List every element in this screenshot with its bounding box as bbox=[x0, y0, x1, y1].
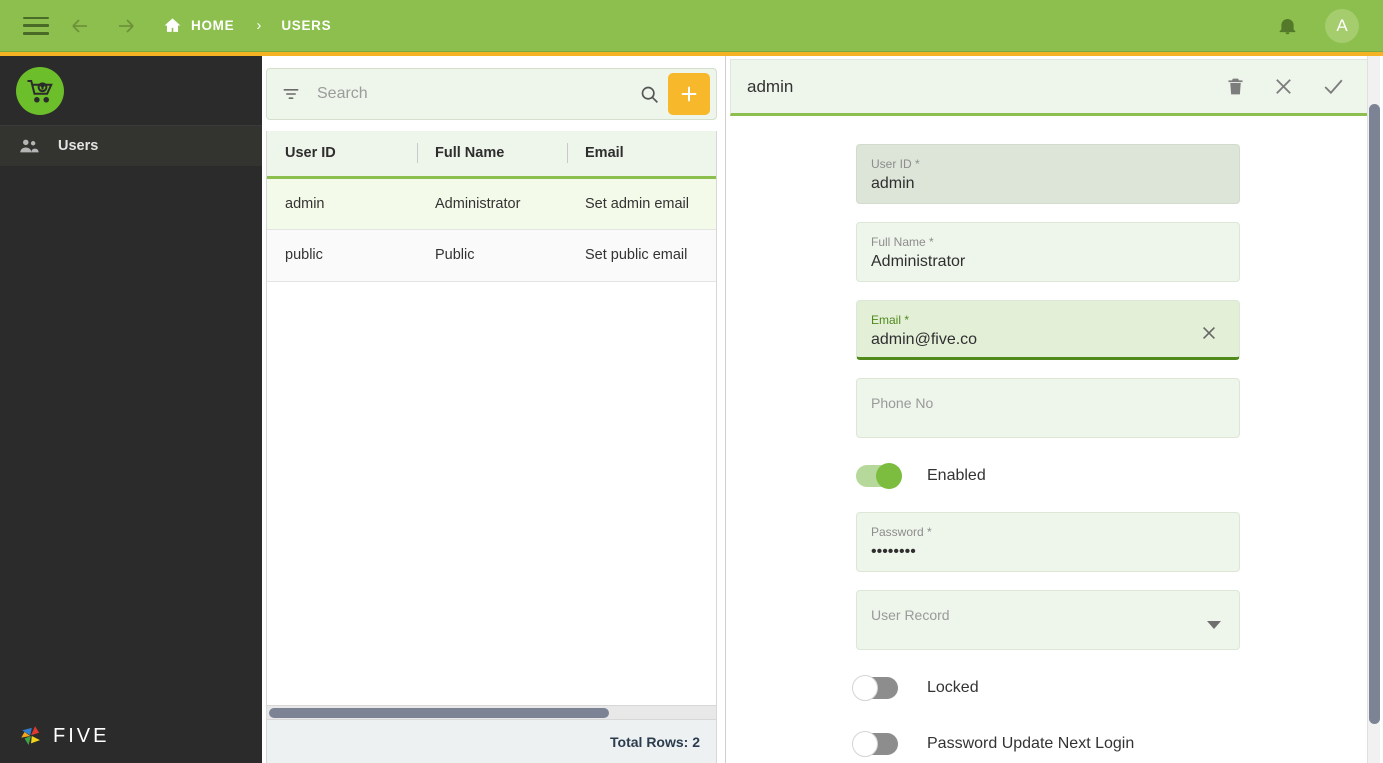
cell-full-name: Public bbox=[417, 229, 567, 282]
breadcrumb-current: USERS bbox=[281, 18, 332, 33]
clear-email-icon[interactable] bbox=[1199, 323, 1219, 348]
detail-form: User ID * admin Full Name * Administrato… bbox=[727, 116, 1383, 763]
table-row[interactable]: admin Administrator Set admin email bbox=[267, 177, 716, 230]
breadcrumb-separator: › bbox=[256, 17, 262, 34]
sidebar-item-users[interactable]: Users bbox=[0, 126, 262, 166]
chevron-down-icon[interactable] bbox=[1207, 621, 1221, 629]
detail-panel: admin User ID * admin Full Name * Admini… bbox=[727, 56, 1383, 763]
top-bar: HOME › USERS A bbox=[0, 0, 1383, 52]
avatar[interactable]: A bbox=[1325, 8, 1359, 43]
user-id-value: admin bbox=[871, 175, 915, 192]
email-value[interactable]: admin@five.co bbox=[857, 327, 1239, 357]
people-icon bbox=[18, 135, 40, 157]
search-bar bbox=[266, 68, 717, 120]
password-label: Password * bbox=[871, 525, 932, 539]
email-field[interactable]: Email * admin@five.co bbox=[856, 300, 1240, 360]
search-input[interactable] bbox=[301, 85, 639, 103]
column-header-user-id[interactable]: User ID bbox=[267, 131, 417, 179]
cell-user-id: public bbox=[267, 229, 417, 282]
total-rows-bar: Total Rows: 2 bbox=[266, 720, 717, 763]
trash-icon[interactable] bbox=[1225, 76, 1246, 97]
phone-no-field[interactable]: Phone No bbox=[856, 378, 1240, 438]
password-field[interactable]: Password * •••••••• bbox=[856, 512, 1240, 572]
password-value[interactable]: •••••••• bbox=[857, 539, 1239, 569]
arrow-right-icon[interactable] bbox=[111, 11, 141, 41]
arrow-left-icon[interactable] bbox=[65, 11, 95, 41]
table-header: User ID Full Name Email bbox=[267, 131, 716, 179]
enabled-toggle-row: Enabled bbox=[856, 456, 1383, 496]
locked-toggle[interactable] bbox=[852, 675, 898, 701]
search-icon[interactable] bbox=[639, 84, 660, 105]
password-update-toggle-label: Password Update Next Login bbox=[927, 735, 1135, 752]
enabled-toggle[interactable] bbox=[856, 463, 902, 489]
cell-full-name: Administrator bbox=[417, 177, 567, 230]
user-record-label: User Record bbox=[871, 607, 950, 623]
column-header-email[interactable]: Email bbox=[567, 131, 716, 179]
enabled-toggle-label: Enabled bbox=[927, 467, 986, 484]
table-horizontal-scrollbar[interactable] bbox=[267, 705, 716, 719]
user-id-label: User ID * bbox=[871, 157, 920, 171]
five-footer-logo: FIVE bbox=[18, 723, 109, 749]
sidebar-item-label: Users bbox=[58, 138, 99, 154]
password-update-toggle-row: Password Update Next Login bbox=[852, 724, 1383, 763]
detail-vertical-scrollbar[interactable] bbox=[1367, 56, 1380, 763]
add-record-button[interactable] bbox=[668, 73, 710, 115]
cell-user-id: admin bbox=[267, 177, 417, 230]
full-name-label: Full Name * bbox=[871, 235, 934, 249]
list-panel: User ID Full Name Email admin Administra… bbox=[262, 56, 726, 763]
sidebar-logo-area bbox=[0, 56, 262, 126]
user-id-field: User ID * admin bbox=[856, 144, 1240, 204]
password-update-toggle[interactable] bbox=[852, 731, 898, 757]
home-icon[interactable] bbox=[163, 16, 182, 35]
email-label: Email * bbox=[871, 313, 910, 327]
scrollbar-thumb[interactable] bbox=[269, 708, 609, 718]
notification-bell-icon[interactable] bbox=[1277, 15, 1298, 36]
five-pinwheel-icon bbox=[21, 726, 40, 745]
hamburger-icon[interactable] bbox=[23, 16, 49, 35]
topbar-right-group: A bbox=[1277, 8, 1359, 43]
scrollbar-thumb[interactable] bbox=[1369, 104, 1380, 724]
user-record-field[interactable]: User Record bbox=[856, 590, 1240, 650]
breadcrumb-home[interactable]: HOME bbox=[191, 18, 234, 33]
full-name-field[interactable]: Full Name * Administrator bbox=[856, 222, 1240, 282]
check-icon[interactable] bbox=[1321, 74, 1346, 99]
five-wordmark: FIVE bbox=[53, 724, 110, 747]
detail-title: admin bbox=[747, 76, 794, 96]
full-name-value[interactable]: Administrator bbox=[857, 249, 1239, 279]
user-table-wrapper: User ID Full Name Email admin Administra… bbox=[266, 131, 717, 720]
column-header-full-name[interactable]: Full Name bbox=[417, 131, 567, 179]
detail-actions bbox=[1225, 74, 1346, 99]
table-body: admin Administrator Set admin email publ… bbox=[267, 177, 716, 282]
table-row[interactable]: public Public Set public email bbox=[267, 229, 716, 282]
breadcrumb: HOME › USERS bbox=[163, 16, 331, 35]
cell-email: Set admin email bbox=[567, 177, 716, 230]
cell-email: Set public email bbox=[567, 229, 716, 282]
shopping-cart-logo[interactable] bbox=[16, 66, 64, 115]
total-rows-label: Total Rows: 2 bbox=[610, 733, 700, 750]
filter-icon[interactable] bbox=[281, 84, 301, 104]
locked-toggle-row: Locked bbox=[852, 668, 1383, 708]
locked-toggle-label: Locked bbox=[927, 679, 979, 696]
user-table: User ID Full Name Email admin Administra… bbox=[267, 131, 716, 282]
detail-header: admin bbox=[730, 59, 1369, 116]
close-icon[interactable] bbox=[1272, 75, 1295, 98]
app-root: HOME › USERS A Users FIVE Search User ID… bbox=[0, 0, 1383, 763]
phone-no-label: Phone No bbox=[871, 395, 934, 411]
sidebar: Users FIVE bbox=[0, 56, 262, 763]
